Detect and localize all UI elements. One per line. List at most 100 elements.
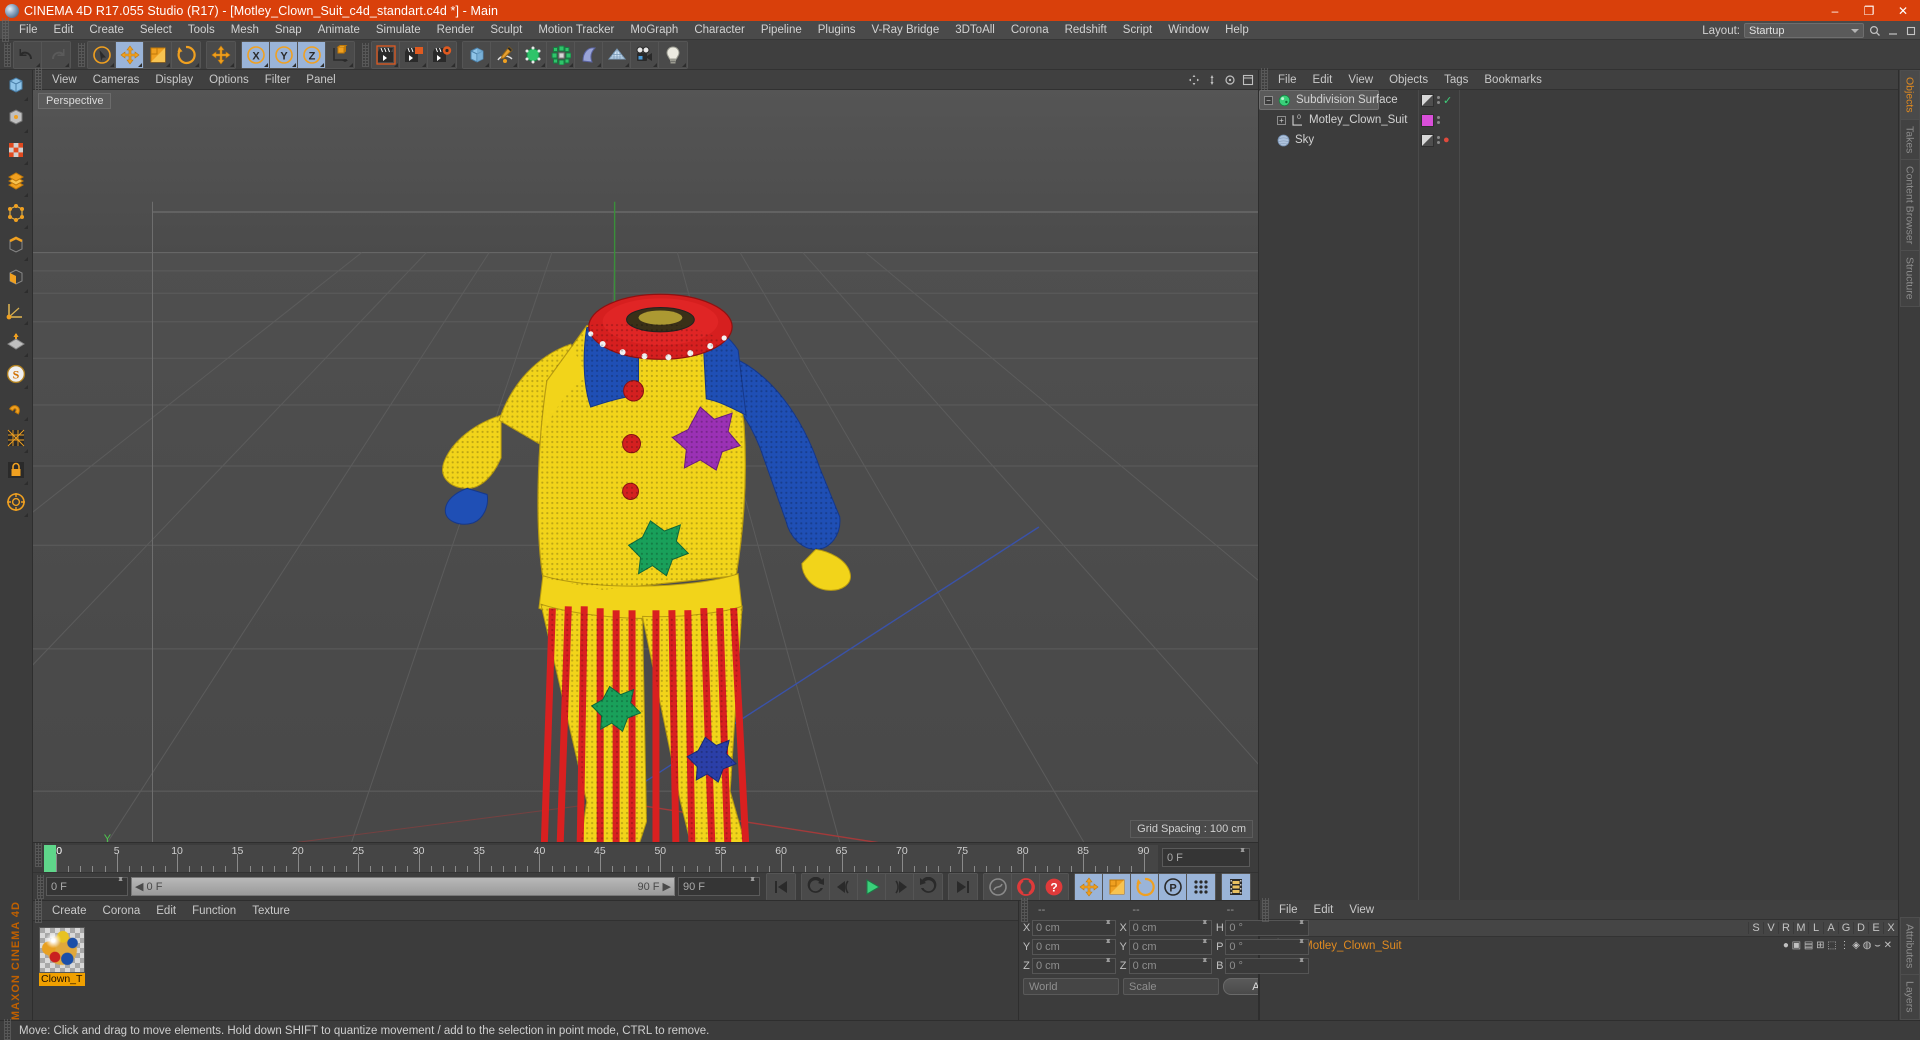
attr-row[interactable]: └ Motley_Clown_Suit ● ▣ ▤ ⊞ ⬚ ⋮ ◈ ◍ ⌣ ✕	[1260, 937, 1898, 954]
add-nurbs-button[interactable]	[519, 41, 547, 68]
step-forward-button[interactable]	[886, 873, 914, 900]
add-deformer-button[interactable]	[575, 41, 603, 68]
attr-tag-icons[interactable]: ● ▣ ▤ ⊞ ⬚ ⋮ ◈ ◍ ⌣ ✕	[1783, 940, 1898, 951]
material-menu-create[interactable]: Create	[44, 901, 95, 921]
menu-item-pipeline[interactable]: Pipeline	[753, 21, 810, 40]
current-frame-input[interactable]: 0 F ▲ ▼	[46, 876, 128, 896]
object-row[interactable]: Sky	[1259, 130, 1418, 150]
play-button[interactable]	[858, 873, 886, 900]
material-tag[interactable]	[1421, 113, 1434, 127]
visibility-tag[interactable]	[1421, 93, 1434, 107]
timeline-frame-field[interactable]: 0 F ▲ ▼	[1162, 847, 1250, 867]
go-to-end-button[interactable]	[949, 873, 977, 900]
scale-tool-button[interactable]	[144, 41, 172, 68]
lock-button[interactable]	[2, 456, 30, 487]
enabled-check-icon[interactable]: ✓	[1443, 94, 1452, 107]
add-cube-button[interactable]	[463, 41, 491, 68]
object-tag-row[interactable]: ●	[1419, 130, 1459, 150]
viewport-menu-cameras[interactable]: Cameras	[85, 70, 148, 90]
object-menu-view[interactable]: View	[1340, 70, 1381, 90]
y-axis-lock-button[interactable]: Y	[270, 41, 298, 68]
menu-item-plugins[interactable]: Plugins	[810, 21, 864, 40]
coord-size-input[interactable]: 0 cm ▲ ▼	[1128, 938, 1213, 955]
coordinates-grip[interactable]	[1021, 898, 1028, 922]
menu-item-3dtoall[interactable]: 3DToAll	[947, 21, 1003, 40]
parameter-key-button[interactable]: P	[1159, 873, 1187, 900]
toolbar-grip[interactable]	[78, 42, 85, 67]
menu-item-redshift[interactable]: Redshift	[1057, 21, 1115, 40]
vertical-tab-attributes[interactable]: Attributes	[1899, 917, 1920, 976]
coord-size-input[interactable]: 0 cm ▲ ▼	[1128, 957, 1213, 974]
coord-pos-input[interactable]: 0 cm ▲ ▼	[1032, 919, 1116, 936]
tree-expander[interactable]: +	[1277, 115, 1286, 125]
minimize-icon[interactable]	[1886, 24, 1900, 38]
menu-item-window[interactable]: Window	[1160, 21, 1217, 40]
timeline-ruler[interactable]: 0 5 10 15 20 25 30 35 40 45 50 55 60 65 70 75 80 85 90	[44, 845, 1158, 872]
visibility-dots-icon[interactable]	[1437, 96, 1440, 104]
material-menu-function[interactable]: Function	[184, 901, 244, 921]
material-manager-grip[interactable]	[35, 898, 42, 923]
coordinate-system-dropdown[interactable]: World	[1023, 978, 1119, 995]
edge-mode-button[interactable]	[2, 232, 30, 263]
snap-button[interactable]	[2, 488, 30, 519]
menu-item-edit[interactable]: Edit	[46, 21, 82, 40]
coord-size-input[interactable]: 0 cm ▲ ▼	[1128, 919, 1213, 936]
menu-item-file[interactable]: File	[11, 21, 46, 40]
add-mograph-button[interactable]	[547, 41, 575, 68]
coord-pos-input[interactable]: 0 cm ▲ ▼	[1032, 957, 1116, 974]
attribute-rows[interactable]: └ Motley_Clown_Suit ● ▣ ▤ ⊞ ⬚ ⋮ ◈ ◍ ⌣ ✕	[1260, 937, 1898, 954]
autokeying-button[interactable]	[1012, 873, 1040, 900]
object-row[interactable]: +0 Motley_Clown_Suit	[1259, 110, 1418, 130]
step-back-button[interactable]	[830, 873, 858, 900]
material-menu-corona[interactable]: Corona	[95, 901, 149, 921]
render-view-button[interactable]	[372, 41, 400, 68]
object-menu-file[interactable]: File	[1270, 70, 1305, 90]
transport-grip[interactable]	[37, 874, 44, 899]
menu-item-motion-tracker[interactable]: Motion Tracker	[530, 21, 622, 40]
redo-button[interactable]	[42, 41, 70, 68]
end-frame-input[interactable]: 90 F ▲ ▼	[678, 876, 760, 896]
undo-button[interactable]	[14, 41, 42, 68]
previous-keyframe-button[interactable]	[802, 873, 830, 900]
magnifier-icon[interactable]	[1868, 24, 1882, 38]
object-tag-row[interactable]	[1419, 110, 1459, 130]
menu-item-render[interactable]: Render	[429, 21, 483, 40]
object-menu-bookmarks[interactable]: Bookmarks	[1476, 70, 1550, 90]
menu-item-tools[interactable]: Tools	[180, 21, 223, 40]
toolbar-grip[interactable]	[4, 42, 11, 67]
menu-item-sculpt[interactable]: Sculpt	[482, 21, 530, 40]
visibility-tag[interactable]	[1421, 133, 1434, 147]
world-object-coord-button[interactable]	[326, 41, 354, 68]
texture-mode-button[interactable]	[2, 136, 30, 167]
model-mode-button[interactable]	[2, 104, 30, 135]
attr-menu-view[interactable]: View	[1341, 900, 1382, 920]
viewport-menu-filter[interactable]: Filter	[257, 70, 299, 90]
object-menu-edit[interactable]: Edit	[1305, 70, 1341, 90]
dolly-icon[interactable]	[1223, 73, 1237, 87]
viewport-solo-button[interactable]	[2, 392, 30, 423]
viewport-menu-view[interactable]: View	[44, 70, 85, 90]
vertical-tab-structure[interactable]: Structure	[1899, 251, 1920, 307]
object-row[interactable]: − Subdivision Surface	[1259, 90, 1398, 110]
polygon-mode-button[interactable]	[2, 168, 30, 199]
toolbar-grip[interactable]	[362, 42, 369, 67]
menu-grip[interactable]	[2, 18, 9, 42]
menu-item-script[interactable]: Script	[1115, 21, 1160, 40]
scale-key-button[interactable]	[1103, 873, 1131, 900]
preview-range-slider[interactable]: ◀ 0 F 90 F ▶	[131, 877, 675, 896]
add-light-button[interactable]	[659, 41, 687, 68]
add-environment-button[interactable]	[603, 41, 631, 68]
object-tree[interactable]: − Subdivision Surface +0 Motley_Clown_Sui…	[1259, 90, 1898, 900]
menu-item-animate[interactable]: Animate	[310, 21, 368, 40]
menu-item-character[interactable]: Character	[686, 21, 753, 40]
rotation-key-button[interactable]	[1131, 873, 1159, 900]
render-settings-button[interactable]	[428, 41, 456, 68]
restore-icon[interactable]	[1904, 24, 1918, 38]
menu-item-v-ray-bridge[interactable]: V-Ray Bridge	[863, 21, 947, 40]
live-selection-button[interactable]	[88, 41, 116, 68]
attr-menu-edit[interactable]: Edit	[1306, 900, 1342, 920]
menu-item-mesh[interactable]: Mesh	[223, 21, 267, 40]
timeline-grip[interactable]	[35, 843, 42, 867]
status-grip[interactable]	[4, 1018, 11, 1040]
menu-item-mograph[interactable]: MoGraph	[622, 21, 686, 40]
